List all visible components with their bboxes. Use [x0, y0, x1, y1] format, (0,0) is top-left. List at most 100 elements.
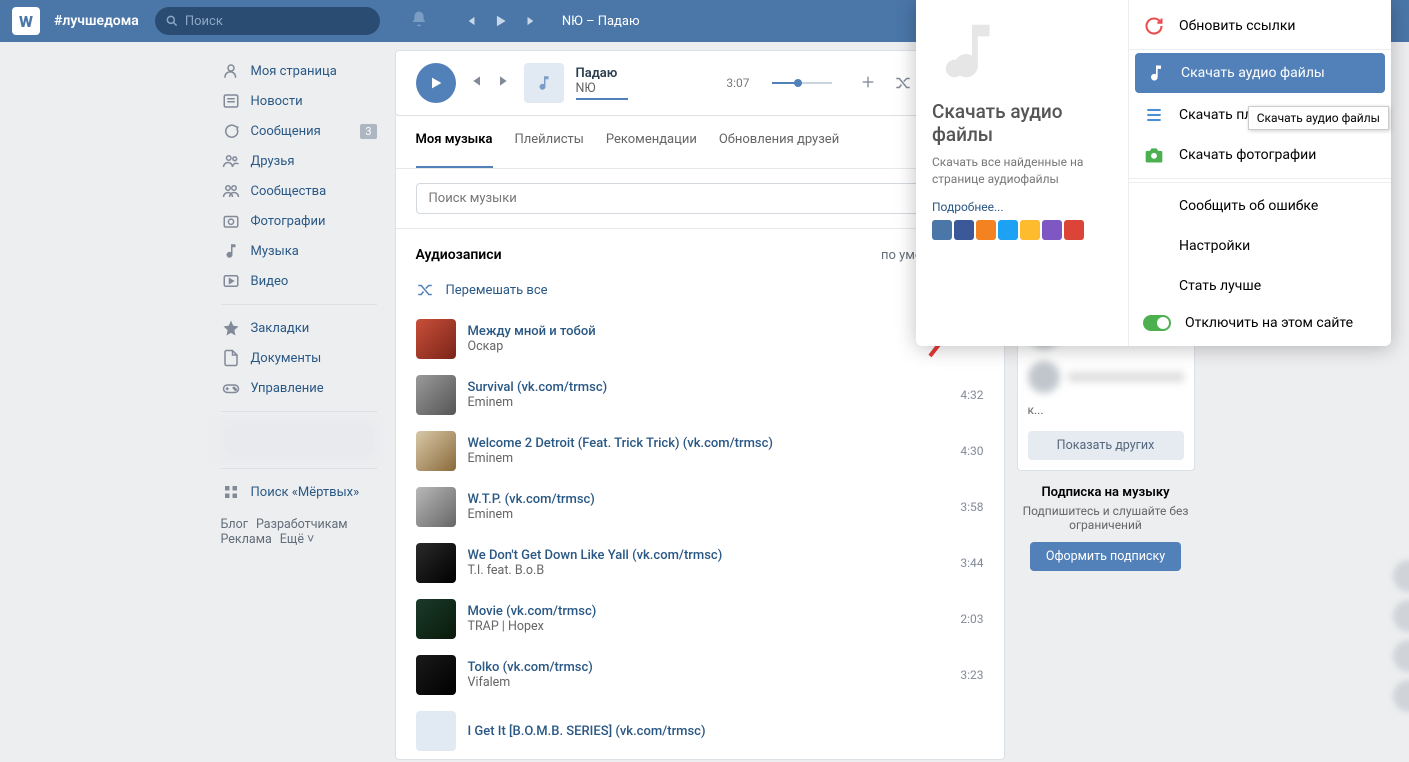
- ext-menu-6[interactable]: Настройки: [1129, 226, 1391, 266]
- friend-row[interactable]: [1018, 355, 1194, 399]
- audio-duration: 2:03: [960, 612, 983, 626]
- player-prev-icon[interactable]: [468, 73, 484, 93]
- bell-icon[interactable]: [410, 10, 428, 32]
- social-icon[interactable]: [976, 220, 996, 240]
- tab-0[interactable]: Моя музыка: [416, 116, 493, 168]
- nav-star[interactable]: Закладки: [215, 313, 383, 343]
- next-icon[interactable]: [524, 14, 538, 28]
- add-icon[interactable]: [860, 74, 876, 90]
- ext-menu-8[interactable]: Отключить на этом сайте: [1129, 306, 1391, 340]
- ext-desc: Скачать все найденные на странице аудиоф…: [932, 154, 1112, 188]
- groups-icon: [221, 181, 241, 201]
- show-more-friends[interactable]: Показать других: [1028, 431, 1184, 460]
- audio-row[interactable]: W.T.P. (vk.com/trmsc)Eminem3:58: [396, 479, 1004, 535]
- social-icon[interactable]: [932, 220, 952, 240]
- music-search-input[interactable]: [416, 183, 984, 214]
- audio-duration: 4:30: [960, 444, 983, 458]
- nav-video[interactable]: Видео: [215, 266, 383, 296]
- audio-cover: [416, 431, 456, 471]
- progress-bar[interactable]: [576, 98, 629, 100]
- star-icon: [221, 318, 241, 338]
- tooltip: Скачать аудио файлы: [1248, 106, 1389, 130]
- header-mini-player: NЮ – Падаю: [464, 14, 640, 29]
- audio-row[interactable]: Tolko (vk.com/trmsc)Vifalem 3:23: [396, 647, 1004, 703]
- nav-game[interactable]: Управление: [215, 373, 383, 403]
- audio-artist: T.I. feat. B.o.B: [468, 563, 949, 578]
- global-search[interactable]: Поиск: [155, 7, 380, 35]
- left-sidebar: Моя страницаНовостиСообщения3ДрузьяСообщ…: [215, 50, 383, 760]
- ext-more-link[interactable]: Подробнее...: [932, 200, 1112, 214]
- audio-title: Survival (vk.com/trmsc): [468, 380, 949, 395]
- subscribe-button[interactable]: Оформить подписку: [1030, 542, 1181, 571]
- friends-icon: [221, 151, 241, 171]
- game-icon: [221, 378, 241, 398]
- grid-icon: [221, 482, 241, 502]
- audio-row[interactable]: Survival (vk.com/trmsc)Eminem 4:32: [396, 367, 1004, 423]
- ext-menu: Обновить ссылки Скачать аудио файлы Скачат…: [1128, 0, 1391, 346]
- nav-photo[interactable]: Фотографии: [215, 206, 383, 236]
- shuffle-all[interactable]: Перемешать все: [396, 271, 1004, 311]
- ext-menu-1[interactable]: Скачать аудио файлы: [1135, 53, 1385, 93]
- ext-menu-5[interactable]: Сообщить об ошибке: [1129, 186, 1391, 226]
- social-icon[interactable]: [1042, 220, 1062, 240]
- social-icon[interactable]: [1020, 220, 1040, 240]
- nav-badge: 3: [360, 124, 376, 139]
- audio-artist: Eminem: [468, 395, 949, 410]
- player-track-title: Падаю: [576, 66, 715, 81]
- main-column: Падаю NЮ 3:07 Моя музыкаПлейлистыРекомен…: [395, 50, 1005, 760]
- play-button[interactable]: [416, 63, 456, 103]
- audio-cover: [416, 319, 456, 359]
- audio-row[interactable]: I Get It [B.O.M.B. SERIES] (vk.com/trmsc…: [396, 703, 1004, 759]
- video-icon: [221, 271, 241, 291]
- shuffle-icon: [416, 281, 434, 299]
- prev-icon[interactable]: [464, 14, 478, 28]
- audio-row[interactable]: Между мной и тобойОскар4:54: [396, 311, 1004, 367]
- social-icon[interactable]: [1064, 220, 1084, 240]
- photo-icon: [221, 211, 241, 231]
- ext-menu-7[interactable]: Стать лучше: [1129, 266, 1391, 306]
- floating-avatars: [1393, 560, 1409, 712]
- social-icon[interactable]: [954, 220, 974, 240]
- msg-icon: [221, 121, 241, 141]
- social-icon[interactable]: [998, 220, 1018, 240]
- nav-doc[interactable]: Документы: [215, 343, 383, 373]
- audio-title: Между мной и тобой: [468, 324, 949, 339]
- audio-artist: Vifalem: [468, 675, 949, 690]
- audio-title: I Get It [B.O.M.B. SERIES] (vk.com/trmsc…: [468, 724, 972, 739]
- player-next-icon[interactable]: [496, 73, 512, 93]
- toggle-icon[interactable]: [1143, 315, 1171, 331]
- play-icon[interactable]: [494, 14, 508, 28]
- audio-cover: [416, 655, 456, 695]
- volume-slider[interactable]: [772, 82, 832, 84]
- ext-menu-3[interactable]: Скачать фотографии: [1129, 135, 1391, 175]
- nav-groups[interactable]: Сообщества: [215, 176, 383, 206]
- audio-row[interactable]: We Don't Get Down Like Yall (vk.com/trms…: [396, 535, 1004, 591]
- audio-duration: 4:32: [960, 388, 983, 402]
- audio-cover: [416, 599, 456, 639]
- vk-logo[interactable]: W: [12, 7, 40, 35]
- tab-3[interactable]: Обновления друзей: [719, 116, 839, 168]
- nav-news[interactable]: Новости: [215, 86, 383, 116]
- tab-1[interactable]: Плейлисты: [515, 116, 584, 168]
- nav-msg[interactable]: Сообщения3: [215, 116, 383, 146]
- audio-duration: 3:23: [960, 668, 983, 682]
- audio-duration: 3:58: [960, 500, 983, 514]
- mini-player-title[interactable]: NЮ – Падаю: [562, 14, 640, 29]
- audio-row[interactable]: Movie (vk.com/trmsc)TRAP | Hopex2:03: [396, 591, 1004, 647]
- ext-menu-0[interactable]: Обновить ссылки: [1129, 6, 1391, 46]
- audio-title: Tolko (vk.com/trmsc): [468, 660, 949, 675]
- audio-artist: Eminem: [468, 451, 949, 466]
- extension-panel: Скачать аудио файлы Скачать все найденны…: [916, 0, 1391, 346]
- audio-title: W.T.P. (vk.com/trmsc): [468, 492, 949, 507]
- audio-row[interactable]: Welcome 2 Detroit (Feat. Trick Trick) (v…: [396, 423, 1004, 479]
- nav-friends[interactable]: Друзья: [215, 146, 383, 176]
- camera-icon: [1143, 144, 1165, 166]
- ext-title: Скачать аудио файлы: [932, 100, 1112, 146]
- shuffle-icon[interactable]: [894, 74, 912, 92]
- nav-music[interactable]: Музыка: [215, 236, 383, 266]
- nav-home[interactable]: Моя страница: [215, 56, 383, 86]
- nav-grid[interactable]: Поиск «Мёртвых»: [215, 477, 383, 507]
- audio-cover: [416, 487, 456, 527]
- list-title: Аудиозаписи: [416, 247, 502, 263]
- tab-2[interactable]: Рекомендации: [606, 116, 697, 168]
